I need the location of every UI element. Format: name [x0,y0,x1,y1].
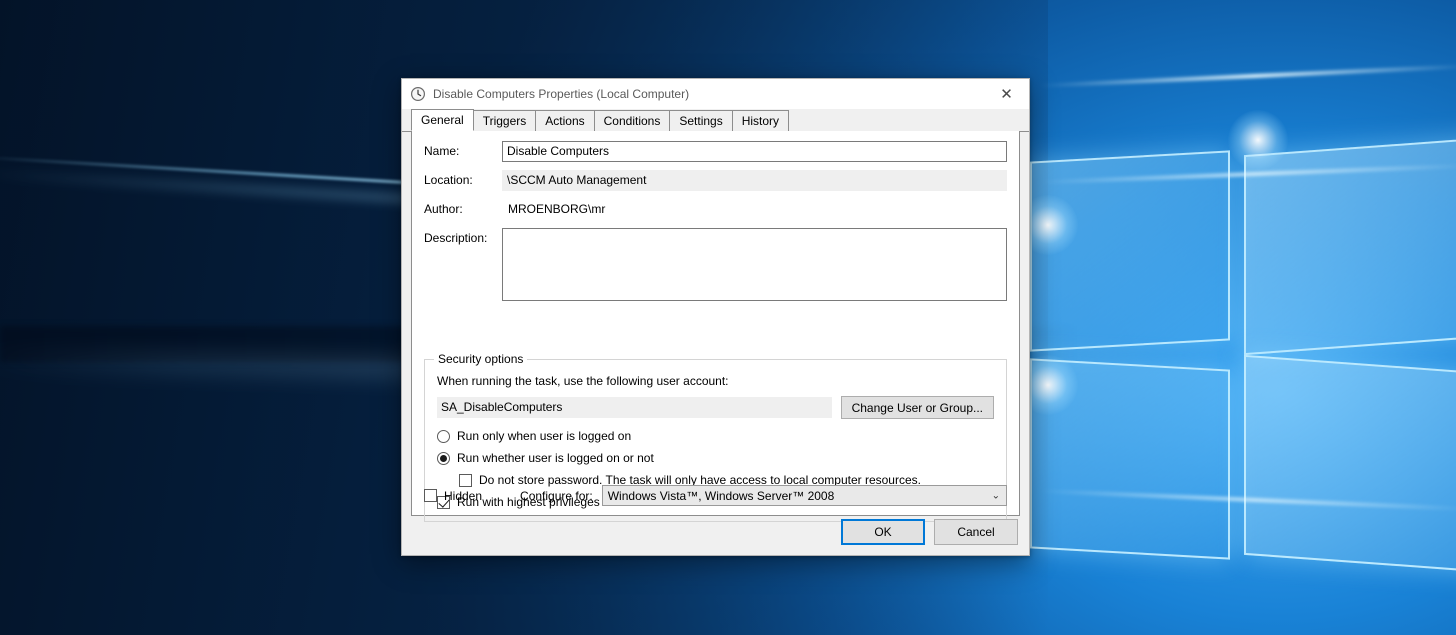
security-options-title: Security options [434,352,528,366]
location-row: Location: \SCCM Auto Management [424,170,1007,191]
change-user-or-group-button[interactable]: Change User or Group... [840,396,994,419]
user-account-value: SA_DisableComputers [437,397,832,418]
account-row: SA_DisableComputers Change User or Group… [437,396,994,419]
author-label: Author: [424,202,463,216]
name-label: Name: [424,144,460,158]
dialog-client-area: General Triggers Actions Conditions Sett… [402,109,1029,555]
location-label: Location: [424,173,473,187]
security-intro-text: When running the task, use the following… [437,374,729,388]
description-row: Description: [424,228,1007,301]
name-input[interactable]: Disable Computers [502,141,1007,162]
configure-for-value: Windows Vista™, Windows Server™ 2008 [607,488,835,503]
windows-logo [1022,120,1456,635]
clock-icon [410,86,426,102]
ok-button[interactable]: OK [841,519,925,545]
radio-run-whether-logged-on-or-not[interactable]: Run whether user is logged on or not [437,451,994,465]
logo-pane-bottom-right [1244,354,1456,574]
checkbox-label-hidden: Hidden [444,488,483,503]
dialog-footer: OK Cancel [402,509,1029,555]
description-textarea[interactable] [502,228,1007,301]
close-icon[interactable]: ✕ [984,80,1029,109]
tab-history[interactable]: History [731,110,790,131]
tab-conditions[interactable]: Conditions [593,110,671,131]
radio-icon-whether-logged-on[interactable] [437,451,450,465]
cancel-button[interactable]: Cancel [934,519,1018,545]
dialog-title: Disable Computers Properties (Local Comp… [433,87,690,101]
radio-label-whether-logged-on: Run whether user is logged on or not [457,451,654,465]
author-row: Author: MROENBORG\mr [424,199,1007,220]
tab-general[interactable]: General [411,109,474,131]
logo-glow-top [1228,110,1288,170]
tab-settings[interactable]: Settings [669,110,733,131]
configure-for-label: Configure for: [520,488,593,503]
dialog-titlebar[interactable]: Disable Computers Properties (Local Comp… [402,79,1029,109]
radio-run-only-when-logged-on[interactable]: Run only when user is logged on [437,429,994,443]
author-value: MROENBORG\mr [508,202,606,216]
tab-actions[interactable]: Actions [535,110,595,131]
radio-icon-logged-on[interactable] [437,429,450,443]
configure-for-select[interactable]: Windows Vista™, Windows Server™ 2008 ⌄ [601,485,1007,506]
name-row: Name: Disable Computers [424,141,1007,162]
tab-triggers[interactable]: Triggers [472,110,537,131]
general-tab-page: Name: Disable Computers Location: \SCCM … [411,131,1020,522]
radio-label-logged-on: Run only when user is logged on [457,429,632,443]
checkbox-icon-hidden[interactable] [424,489,437,502]
task-properties-dialog: Disable Computers Properties (Local Comp… [401,78,1030,556]
tab-strip: General Triggers Actions Conditions Sett… [402,109,1029,132]
chevron-down-icon: ⌄ [991,490,1000,501]
configure-row: Hidden Configure for: Windows Vista™, Wi… [424,485,1007,506]
description-label: Description: [424,231,488,245]
location-value: \SCCM Auto Management [502,170,1007,191]
